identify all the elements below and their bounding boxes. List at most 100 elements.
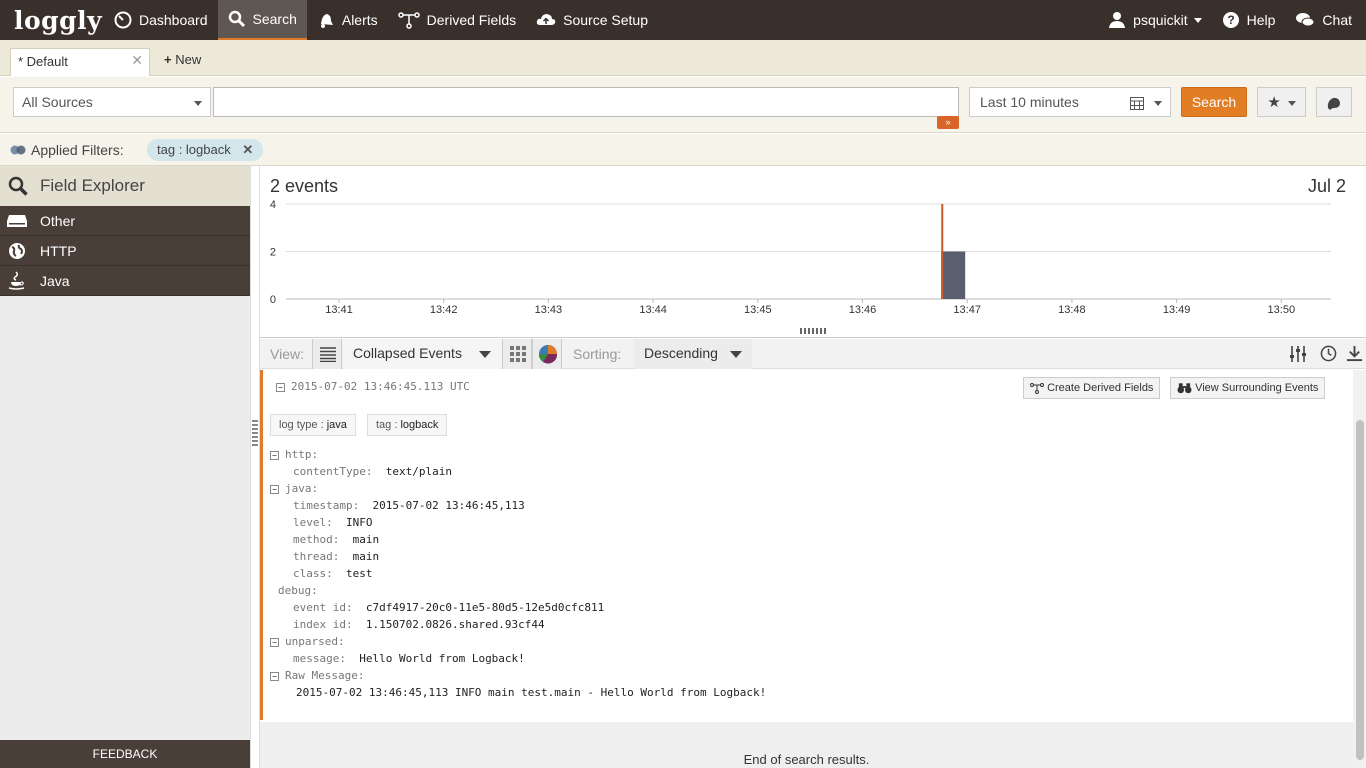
field-value[interactable]: Hello World from Logback!	[359, 652, 525, 665]
field-pill-tag[interactable]: tag : logback	[367, 414, 448, 436]
live-tail-button[interactable]	[1316, 87, 1352, 117]
create-derived-fields-button[interactable]: Create Derived Fields	[1023, 377, 1161, 399]
event-histogram: 2 events Jul 2 0 2 4 13:41 13:42 13:43 13:44 13…	[260, 166, 1366, 338]
field-explorer-header[interactable]: Field Explorer	[0, 166, 250, 206]
sidebar-splitter[interactable]	[250, 166, 260, 768]
field-key: thread:	[293, 550, 340, 563]
close-tab-icon[interactable]: ✕	[131, 52, 143, 69]
saved-searches-button[interactable]: ★	[1257, 87, 1306, 117]
histogram-chart[interactable]: 0 2 4 13:41 13:42 13:43 13:44 13:45 13:46 13:47 13…	[260, 166, 1366, 326]
binoculars-icon	[1177, 383, 1192, 394]
field-key: message:	[293, 652, 346, 665]
view-mode-dropdown[interactable]: Collapsed Events	[343, 339, 501, 369]
sidebar-item-label: HTTP	[40, 242, 77, 259]
collapse-icon[interactable]: −	[270, 450, 279, 460]
field-value[interactable]: test	[346, 567, 373, 580]
sorting-label: Sorting:	[573, 346, 622, 362]
field-key: timestamp:	[293, 499, 360, 512]
search-input[interactable]	[213, 87, 959, 117]
expand-query-icon[interactable]: »	[937, 116, 959, 129]
globe-icon	[6, 242, 28, 260]
event-section: − http:	[270, 448, 318, 461]
nav-derived-fields[interactable]: Derived Fields	[388, 0, 526, 40]
field-value[interactable]: text/plain	[386, 465, 452, 478]
create-derived-fields-label: Create Derived Fields	[1047, 382, 1154, 394]
pill-value: logback	[400, 419, 439, 431]
settings-sliders-icon[interactable]	[1289, 345, 1307, 363]
user-menu[interactable]: psquickit	[1098, 0, 1211, 40]
field-value[interactable]: main	[353, 550, 380, 563]
sources-dropdown[interactable]: All Sources	[13, 87, 211, 117]
search-button[interactable]: Search	[1181, 87, 1247, 117]
y-tick-label: 0	[270, 294, 276, 306]
collapse-icon[interactable]: −	[270, 484, 279, 494]
filter-chip-tag[interactable]: tag : logback ✕	[147, 139, 264, 161]
sort-value: Descending	[644, 345, 718, 361]
list-view-button[interactable]	[312, 339, 342, 369]
event-list-scrollbar-thumb[interactable]	[1356, 420, 1364, 760]
section-label: Raw Message:	[285, 669, 365, 682]
java-cup-icon	[6, 270, 28, 290]
chevron-down-icon	[479, 351, 491, 358]
new-tab-label: New	[175, 52, 202, 67]
download-icon[interactable]	[1346, 345, 1363, 362]
chart-resize-handle[interactable]	[800, 328, 826, 334]
collapse-icon[interactable]: −	[270, 637, 279, 647]
field-value[interactable]: INFO	[346, 516, 373, 529]
nav-help-label: Help	[1246, 12, 1276, 28]
field-key: event id:	[293, 601, 353, 614]
tab-default[interactable]: * Default ✕	[10, 48, 150, 76]
nav-dashboard-label: Dashboard	[139, 12, 208, 28]
nav-source-setup[interactable]: Source Setup	[526, 0, 658, 40]
field-value[interactable]: main	[353, 533, 380, 546]
y-tick-label: 4	[270, 199, 276, 211]
field-key: class:	[293, 567, 333, 580]
field-value[interactable]: 1.150702.0826.shared.93cf44	[366, 618, 545, 631]
grid-icon	[510, 346, 526, 362]
x-tick-label: 13:43	[535, 304, 563, 316]
collapse-icon[interactable]: −	[270, 671, 279, 681]
field-value[interactable]: c7df4917-20c0-11e5-80d5-12e5d0cfc811	[366, 601, 604, 614]
event-timestamp: 2015-07-02 13:46:45.113 UTC	[291, 380, 470, 393]
sort-dropdown[interactable]: Descending	[634, 339, 752, 369]
loggly-logo[interactable]: loggly	[0, 6, 104, 35]
x-tick-label: 13:48	[1058, 304, 1086, 316]
remove-filter-icon[interactable]: ✕	[242, 142, 253, 157]
view-mode-value: Collapsed Events	[353, 345, 462, 361]
nav-chat[interactable]: Chat	[1285, 0, 1366, 40]
filter-chip-value: logback	[185, 142, 231, 157]
x-tick-label: 13:45	[744, 304, 772, 316]
feedback-button[interactable]: FEEDBACK	[0, 740, 250, 768]
chevron-down-icon	[730, 351, 742, 358]
view-surrounding-events-button[interactable]: View Surrounding Events	[1170, 377, 1326, 399]
splitter-grip-icon[interactable]	[252, 420, 258, 448]
field-value[interactable]: 2015-07-02 13:46:45,113	[372, 499, 524, 512]
sidebar-item-other[interactable]: Other	[0, 206, 250, 236]
sidebar-item-java[interactable]: Java	[0, 266, 250, 296]
chevron-down-icon	[1287, 100, 1296, 106]
event-list: −2015-07-02 13:46:45.113 UTC Create Deri…	[260, 370, 1353, 768]
nav-dashboard[interactable]: Dashboard	[104, 0, 218, 40]
section-label: http:	[285, 448, 319, 461]
x-tick-label: 13:50	[1268, 304, 1296, 316]
event-field: contentType: text/plain	[293, 465, 452, 478]
clock-icon[interactable]	[1320, 345, 1337, 362]
end-of-results-text: End of search results.	[743, 752, 870, 767]
pie-chart-icon	[538, 345, 558, 364]
sidebar-item-label: Java	[40, 272, 70, 289]
nav-search[interactable]: Search	[217, 0, 307, 40]
sidebar-item-http[interactable]: HTTP	[0, 236, 250, 266]
nav-help[interactable]: ? Help	[1212, 0, 1286, 40]
grid-view-button[interactable]	[502, 339, 532, 369]
pie-view-button[interactable]	[532, 339, 562, 369]
collapse-icon[interactable]: −	[276, 382, 285, 392]
field-pill-log-type[interactable]: log type : java	[270, 414, 356, 436]
nav-search-label: Search	[252, 11, 297, 27]
filter-icon	[10, 145, 26, 155]
nav-alerts[interactable]: Alerts	[307, 0, 388, 40]
x-tick-label: 13:49	[1163, 304, 1191, 316]
time-range-dropdown[interactable]: Last 10 minutes	[969, 87, 1171, 117]
new-tab-button[interactable]: + New	[164, 52, 201, 67]
raw-message: 2015-07-02 13:46:45,113 INFO main test.m…	[296, 686, 766, 699]
field-key: level:	[293, 516, 333, 529]
